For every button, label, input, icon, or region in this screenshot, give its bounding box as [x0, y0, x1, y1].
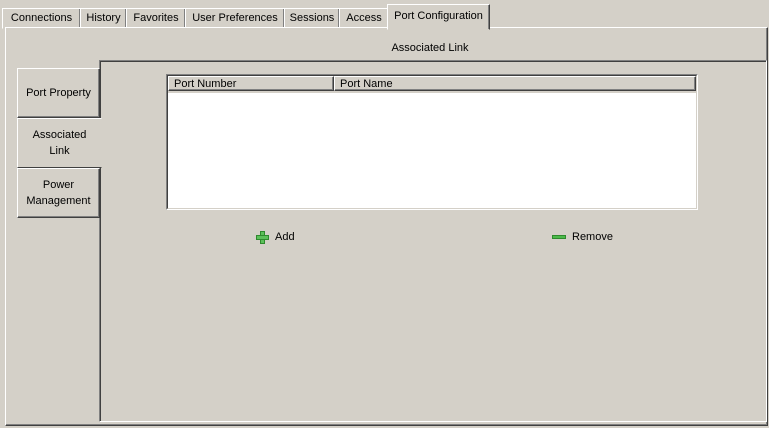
- tab-history[interactable]: History: [80, 8, 127, 29]
- side-tab-power-management[interactable]: Power Management: [17, 168, 100, 218]
- page-title: Associated Link: [391, 42, 469, 54]
- tab-sessions[interactable]: Sessions: [284, 8, 340, 29]
- remove-button-label: Remove: [572, 231, 613, 243]
- column-header-port-name[interactable]: Port Name: [334, 76, 696, 91]
- list-body: Port Number Port Name: [167, 75, 697, 209]
- top-tab-bar: Connections History Favorites User Prefe…: [0, 0, 769, 30]
- side-tab-label: Power Management: [26, 179, 91, 207]
- remove-button[interactable]: Remove: [552, 228, 613, 246]
- tab-port-configuration[interactable]: Port Configuration: [387, 4, 490, 30]
- side-tab-associated-link[interactable]: Associated Link: [17, 118, 102, 168]
- add-button-label: Add: [275, 231, 295, 243]
- tab-connections[interactable]: Connections: [2, 8, 81, 29]
- side-tab-label: Port Property: [26, 87, 91, 99]
- plus-icon: [255, 230, 269, 244]
- side-tab-port-property[interactable]: Port Property: [17, 68, 100, 118]
- add-button[interactable]: Add: [255, 228, 295, 246]
- minus-icon: [552, 235, 566, 239]
- associated-link-list[interactable]: Port Number Port Name: [166, 74, 698, 210]
- tab-favorites[interactable]: Favorites: [126, 8, 186, 29]
- list-header: Port Number Port Name: [168, 76, 696, 93]
- column-header-port-number[interactable]: Port Number: [168, 76, 334, 91]
- tab-user-preferences[interactable]: User Preferences: [185, 8, 285, 29]
- tab-access[interactable]: Access: [339, 8, 389, 29]
- side-tab-label: Associated Link: [32, 129, 87, 157]
